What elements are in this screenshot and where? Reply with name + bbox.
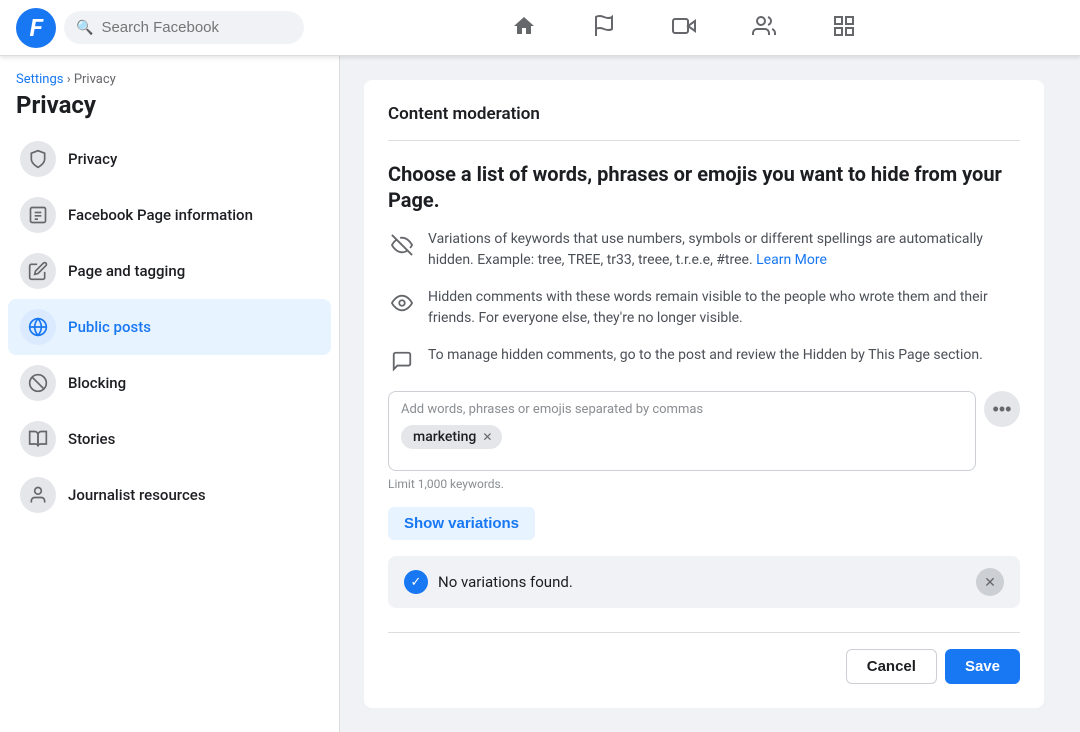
flag-icon bbox=[592, 14, 616, 38]
home-nav-button[interactable] bbox=[484, 4, 564, 52]
no-variations-box: ✓ No variations found. ✕ bbox=[388, 556, 1020, 608]
more-options-button[interactable]: ••• bbox=[984, 391, 1020, 427]
keyword-tag-marketing: marketing ✕ bbox=[401, 425, 502, 449]
search-icon: 🔍 bbox=[76, 20, 93, 36]
check-circle-icon: ✓ bbox=[404, 570, 428, 594]
moderation-title: Choose a list of words, phrases or emoji… bbox=[388, 161, 1020, 213]
privacy-icon bbox=[20, 141, 56, 177]
info-text-hidden-comments: Hidden comments with these words remain … bbox=[428, 287, 1020, 329]
menu-nav-button[interactable] bbox=[804, 4, 884, 52]
comment-icon bbox=[388, 347, 416, 375]
sidebar-item-page-tagging-label: Page and tagging bbox=[68, 262, 185, 280]
info-row-manage: To manage hidden comments, go to the pos… bbox=[388, 345, 1020, 375]
sidebar-item-page-tagging[interactable]: Page and tagging bbox=[8, 243, 331, 299]
search-input[interactable] bbox=[101, 19, 292, 36]
sidebar-item-public-posts[interactable]: Public posts bbox=[8, 299, 331, 355]
keyword-placeholder: Add words, phrases or emojis separated b… bbox=[401, 402, 963, 417]
no-variations-close-button[interactable]: ✕ bbox=[976, 568, 1004, 596]
sidebar-item-blocking[interactable]: Blocking bbox=[8, 355, 331, 411]
nav-icons-group bbox=[304, 4, 1064, 52]
sidebar-page-title: Privacy bbox=[8, 91, 331, 119]
close-icon: ✕ bbox=[984, 574, 996, 591]
sidebar-item-privacy[interactable]: Privacy bbox=[8, 131, 331, 187]
breadcrumb: Settings › Privacy bbox=[8, 72, 331, 87]
keyword-limit-text: Limit 1,000 keywords. bbox=[388, 477, 1020, 491]
sidebar-item-public-posts-label: Public posts bbox=[68, 318, 151, 336]
cancel-button[interactable]: Cancel bbox=[846, 649, 937, 684]
info-text-manage: To manage hidden comments, go to the pos… bbox=[428, 345, 983, 366]
no-variations-text: No variations found. bbox=[438, 573, 573, 591]
section-heading: Content moderation bbox=[388, 104, 1020, 141]
info-row-variations: Variations of keywords that use numbers,… bbox=[388, 229, 1020, 271]
info-row-hidden-comments: Hidden comments with these words remain … bbox=[388, 287, 1020, 329]
show-variations-button[interactable]: Show variations bbox=[388, 507, 535, 540]
journalist-icon bbox=[20, 477, 56, 513]
breadcrumb-privacy: Privacy bbox=[74, 72, 116, 87]
fb-page-info-icon bbox=[20, 197, 56, 233]
keyword-tag-remove[interactable]: ✕ bbox=[482, 430, 492, 444]
sidebar-item-stories[interactable]: Stories bbox=[8, 411, 331, 467]
sidebar-item-privacy-label: Privacy bbox=[68, 150, 117, 168]
sidebar-item-blocking-label: Blocking bbox=[68, 374, 126, 392]
friends-nav-button[interactable] bbox=[724, 4, 804, 52]
page-tagging-icon bbox=[20, 253, 56, 289]
public-posts-icon bbox=[20, 309, 56, 345]
video-icon bbox=[672, 14, 696, 38]
home-icon bbox=[512, 14, 536, 38]
eye-slash-icon bbox=[388, 231, 416, 259]
keyword-input-wrapper: Add words, phrases or emojis separated b… bbox=[388, 391, 1020, 471]
eye-icon bbox=[388, 289, 416, 317]
no-variations-left: ✓ No variations found. bbox=[404, 570, 573, 594]
sidebar-item-journalist[interactable]: Journalist resources bbox=[8, 467, 331, 523]
facebook-logo[interactable]: f bbox=[16, 8, 56, 48]
sidebar-item-fb-page-info[interactable]: Facebook Page information bbox=[8, 187, 331, 243]
top-navigation: f 🔍 bbox=[0, 0, 1080, 56]
sidebar-item-journalist-label: Journalist resources bbox=[68, 486, 206, 504]
sidebar-item-fb-page-info-label: Facebook Page information bbox=[68, 206, 253, 224]
learn-more-link[interactable]: Learn More bbox=[756, 252, 827, 268]
app-layout: Settings › Privacy Privacy Privacy Faceb… bbox=[0, 0, 1080, 732]
friends-icon bbox=[752, 14, 776, 38]
main-content: Content moderation Choose a list of word… bbox=[340, 56, 1080, 732]
keyword-tag-label: marketing bbox=[413, 429, 476, 445]
pages-nav-button[interactable] bbox=[564, 4, 644, 52]
info-text-variations: Variations of keywords that use numbers,… bbox=[428, 229, 1020, 271]
blocking-icon bbox=[20, 365, 56, 401]
search-bar[interactable]: 🔍 bbox=[64, 11, 304, 44]
breadcrumb-settings-link[interactable]: Settings bbox=[16, 72, 63, 87]
content-section: Content moderation Choose a list of word… bbox=[364, 80, 1044, 708]
save-button[interactable]: Save bbox=[945, 649, 1020, 684]
more-dots-icon: ••• bbox=[993, 399, 1012, 420]
sidebar-item-stories-label: Stories bbox=[68, 430, 115, 448]
stories-icon bbox=[20, 421, 56, 457]
watch-nav-button[interactable] bbox=[644, 4, 724, 52]
sidebar: Settings › Privacy Privacy Privacy Faceb… bbox=[0, 56, 340, 732]
keyword-box[interactable]: Add words, phrases or emojis separated b… bbox=[388, 391, 976, 471]
grid-icon bbox=[832, 14, 856, 38]
